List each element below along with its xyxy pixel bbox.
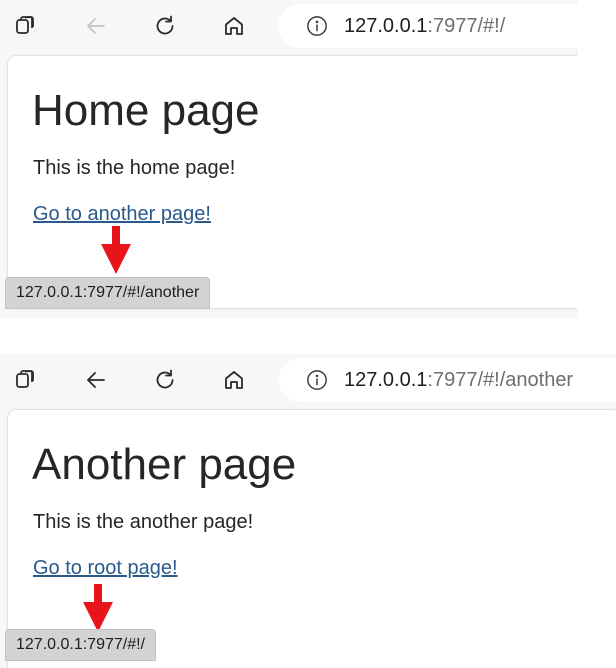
info-icon[interactable] — [306, 15, 328, 37]
status-bar-url: 127.0.0.1:7977/#!/another — [5, 277, 211, 309]
home-page-screenshot: 127.0.0.1:7977/#!/ Home page This is the… — [0, 0, 578, 318]
refresh-icon[interactable] — [147, 362, 183, 398]
red-arrow-icon — [101, 226, 131, 274]
tabs-icon[interactable] — [8, 362, 44, 398]
url-text: 127.0.0.1:7977/#!/another — [344, 369, 573, 392]
back-arrow-icon[interactable] — [78, 362, 114, 398]
status-bar-url: 127.0.0.1:7977/#!/ — [5, 629, 156, 661]
go-to-root-page-link[interactable]: Go to root page! — [33, 557, 178, 580]
refresh-icon[interactable] — [147, 8, 183, 44]
page-title: Home page — [32, 86, 260, 135]
another-page-screenshot: 127.0.0.1:7977/#!/another Another page T… — [0, 354, 616, 668]
page-description: This is the home page! — [33, 157, 236, 179]
home-icon[interactable] — [216, 8, 252, 44]
url-host: 127.0.0.1 — [344, 14, 428, 37]
info-icon[interactable] — [306, 369, 328, 391]
url-host: 127.0.0.1 — [344, 368, 428, 391]
url-path: :7977/#!/another — [427, 368, 574, 391]
address-bar[interactable]: 127.0.0.1:7977/#!/ — [278, 4, 578, 48]
browser-toolbar: 127.0.0.1:7977/#!/another — [0, 354, 616, 406]
page-title: Another page — [32, 440, 297, 489]
url-text: 127.0.0.1:7977/#!/ — [344, 15, 505, 38]
red-arrow-icon — [83, 584, 113, 632]
go-to-another-page-link[interactable]: Go to another page! — [33, 203, 211, 226]
tabs-icon[interactable] — [8, 8, 44, 44]
page-description: This is the another page! — [33, 511, 254, 533]
back-arrow-icon[interactable] — [78, 8, 114, 44]
url-path: :7977/#!/ — [427, 14, 506, 37]
page-content: Home page This is the home page! Go to a… — [8, 56, 578, 308]
home-icon[interactable] — [216, 362, 252, 398]
browser-toolbar: 127.0.0.1:7977/#!/ — [0, 0, 578, 52]
address-bar[interactable]: 127.0.0.1:7977/#!/another — [278, 358, 616, 402]
